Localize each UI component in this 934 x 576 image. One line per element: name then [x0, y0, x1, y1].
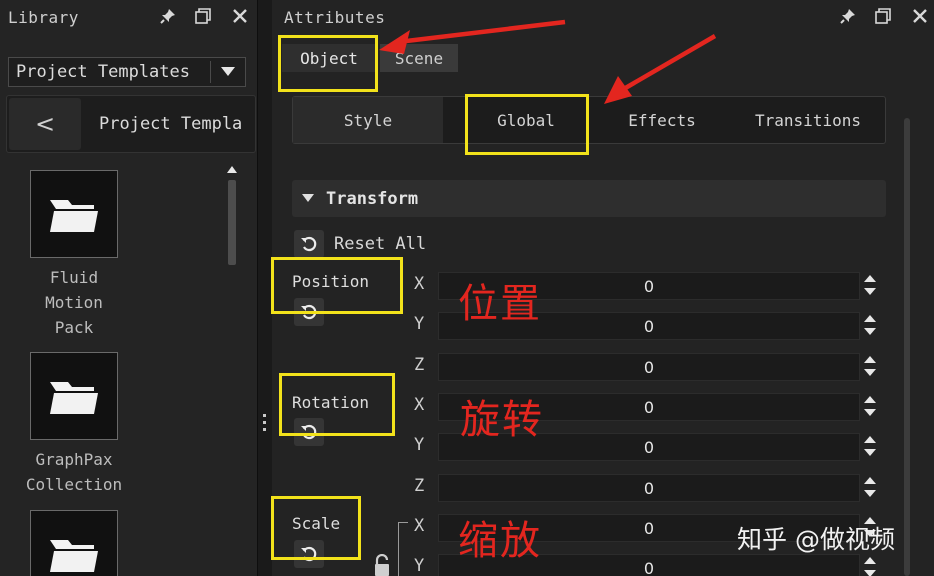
library-item-thumbnail[interactable]: [30, 170, 118, 258]
position-z-input[interactable]: 0: [438, 353, 860, 381]
library-panel: Library Project Templates < Project Temp…: [0, 0, 258, 576]
library-breadcrumb: < Project Templa: [6, 95, 256, 153]
scale-y-stepper[interactable]: [864, 556, 878, 576]
transform-section-title: Transform: [326, 189, 419, 209]
subtab-effects[interactable]: Effects: [603, 97, 721, 143]
object-tab-highlight: [278, 35, 378, 92]
drag-handle-icon[interactable]: [262, 414, 268, 435]
library-item-label: Fluid Motion Pack: [45, 268, 103, 337]
rotation-y-stepper[interactable]: [864, 435, 878, 459]
watermark: 知乎 @做视频: [737, 525, 895, 554]
global-tab-highlight: [465, 94, 589, 155]
library-category-dropdown[interactable]: Project Templates: [8, 57, 246, 87]
axis-label: X: [414, 395, 425, 415]
scroll-up-icon[interactable]: [227, 166, 237, 173]
axis-label: Y: [414, 435, 425, 455]
rotation-highlight: [279, 373, 395, 436]
position-x-stepper[interactable]: [864, 274, 878, 298]
library-item[interactable]: [22, 510, 126, 576]
library-item-thumbnail[interactable]: [30, 510, 118, 576]
rotation-annotation-text: 旋转: [460, 397, 544, 443]
library-scrollbar[interactable]: [225, 163, 239, 576]
back-button[interactable]: <: [9, 98, 81, 150]
position-z-row: Z 0: [412, 353, 876, 381]
rotation-x-stepper[interactable]: [864, 395, 878, 419]
chevron-down-icon[interactable]: [211, 67, 245, 77]
library-current-path: Project Templa: [99, 114, 243, 134]
scale-link-bracket: [398, 522, 408, 576]
position-highlight: [271, 257, 403, 314]
scrollbar-thumb[interactable]: [228, 180, 236, 265]
position-z-stepper[interactable]: [864, 355, 878, 379]
pin-icon[interactable]: [838, 6, 858, 26]
rotation-z-stepper[interactable]: [864, 476, 878, 500]
rotation-z-row: Z 0: [412, 474, 876, 502]
folder-icon: [50, 382, 98, 414]
panel-splitter[interactable]: [258, 0, 272, 576]
reset-all-label: Reset All: [334, 234, 427, 254]
position-y-stepper[interactable]: [864, 314, 878, 338]
close-icon[interactable]: [910, 6, 930, 26]
library-category-value: Project Templates: [16, 62, 190, 82]
library-title: Library: [8, 8, 79, 27]
float-window-icon[interactable]: [873, 6, 893, 26]
attributes-title: Attributes: [284, 8, 386, 27]
reset-all-control[interactable]: Reset All: [294, 230, 426, 258]
pin-icon[interactable]: [158, 6, 178, 26]
library-item[interactable]: Fluid Motion Pack: [22, 170, 126, 340]
reset-icon[interactable]: [294, 230, 324, 258]
collapse-triangle-icon[interactable]: [302, 194, 314, 202]
rotation-z-input[interactable]: 0: [438, 474, 860, 502]
close-icon[interactable]: [230, 6, 250, 26]
subtab-transitions[interactable]: Transitions: [733, 97, 883, 143]
float-window-icon[interactable]: [193, 6, 213, 26]
attributes-scrollbar[interactable]: [904, 118, 910, 576]
library-item-label: GraphPax Collection: [25, 450, 123, 494]
scale-highlight: [271, 496, 361, 560]
axis-label: Z: [414, 355, 425, 375]
library-item-thumbnail[interactable]: [30, 352, 118, 440]
tab-scene[interactable]: Scene: [380, 44, 458, 72]
axis-label: Y: [414, 556, 425, 576]
axis-label: X: [414, 516, 425, 536]
library-item[interactable]: GraphPax Collection: [22, 352, 126, 497]
scale-annotation-text: 缩放: [458, 518, 542, 564]
attribute-subtabs: Style Global Effects Transitions: [292, 96, 886, 144]
axis-label: X: [414, 274, 425, 294]
position-annotation-text: 位置: [458, 281, 542, 327]
subtab-style[interactable]: Style: [293, 97, 443, 143]
folder-icon: [50, 540, 98, 572]
axis-label: Y: [414, 314, 425, 334]
folder-icon: [50, 200, 98, 232]
axis-label: Z: [414, 476, 425, 496]
lock-icon[interactable]: [374, 554, 390, 576]
transform-section-header[interactable]: Transform: [292, 180, 886, 217]
